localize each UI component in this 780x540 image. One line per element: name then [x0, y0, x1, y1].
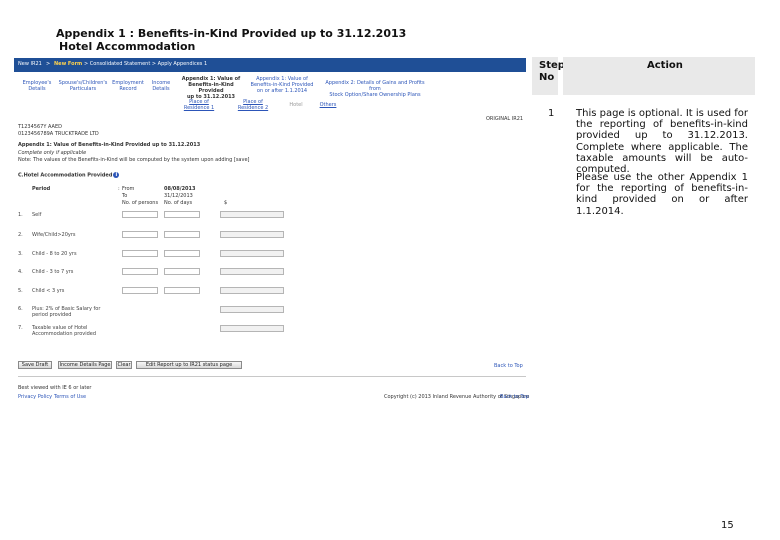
row-5-label: Child < 3 yrs	[32, 288, 65, 294]
footer-divider	[18, 376, 526, 377]
section-title: Appendix 1: Value of Benefits-in-Kind Pr…	[18, 142, 201, 148]
action-header-cell: Action	[563, 57, 755, 95]
row-2-amount-field	[220, 231, 284, 238]
col-amount-header: $	[224, 200, 228, 206]
clear-button[interactable]: Clear	[116, 361, 132, 369]
row-7-label: Taxable value of Hotel Accommodation pro…	[32, 325, 97, 337]
row-6-amount-field	[220, 306, 284, 313]
row-5-persons-input[interactable]	[122, 287, 158, 294]
hotel-heading: C.Hotel Accommodation Provided i	[18, 172, 120, 179]
row-3-amount-field	[220, 250, 284, 257]
back-to-top-link[interactable]: Back to Top	[494, 363, 523, 369]
form-screenshot: New IR21 > New Form > Consolidated State…	[14, 58, 532, 410]
row-5-no: 5.	[18, 288, 23, 294]
row-5-amount-field	[220, 287, 284, 294]
row-3-label: Child - 8 to 20 yrs	[32, 251, 77, 257]
row-3-persons-input[interactable]	[122, 250, 158, 257]
breadcrumb-trail: > Consolidated Statement > Apply Appendi…	[84, 61, 208, 67]
row-2-no: 2.	[18, 232, 23, 238]
system-note: Note: The values of the Benefits-in-Kind…	[18, 157, 250, 163]
row-2-days-input[interactable]	[164, 231, 200, 238]
to-date-value: 31/12/2013	[164, 193, 193, 199]
row-5-days-input[interactable]	[164, 287, 200, 294]
breadcrumb-home[interactable]: New IR21	[18, 61, 42, 68]
document-subtitle: Hotel Accommodation	[59, 40, 196, 53]
footer-note: Best viewed with IE 6 or later	[18, 385, 92, 391]
sub-tab-residence-1[interactable]: Place of Residence 1	[174, 99, 224, 111]
row-2-persons-input[interactable]	[122, 231, 158, 238]
nav-tab-appendix2[interactable]: Appendix 2: Details of Gains and Profits…	[319, 80, 431, 98]
sub-tab-hotel: Hotel	[289, 102, 303, 108]
info-icon[interactable]: i	[113, 172, 120, 178]
row-4-no: 4.	[18, 269, 23, 275]
row-1-label: Self	[32, 212, 42, 218]
row-3-days-input[interactable]	[164, 250, 200, 257]
col-days-header: No. of days	[164, 200, 193, 206]
nav-tab-appendix1-2013[interactable]: Appendix 1: Value of Benefits-in-Kind Pr…	[176, 76, 246, 100]
row-6-label: Plus: 2% of Basic Salary for period prov…	[32, 306, 101, 318]
nav-tab-income-details[interactable]: Income Details	[147, 80, 175, 92]
back-to-top-link-2[interactable]: Back to Top	[500, 394, 529, 400]
breadcrumb-current: New Form	[54, 61, 83, 67]
nav-tab-employee-details[interactable]: Employee's Details	[18, 80, 56, 92]
income-details-page-button[interactable]: Income Details Page	[58, 361, 112, 369]
employee-id-line: T1234567Y AAED	[18, 124, 62, 130]
sub-tab-residence-2[interactable]: Place of Residence 2	[228, 99, 278, 111]
nav-tab-employment-record[interactable]: Employment Record	[111, 80, 145, 92]
row-3-no: 3.	[18, 251, 23, 257]
row-1-days-input[interactable]	[164, 211, 200, 218]
row-7-amount-field	[220, 325, 284, 332]
row-7-no: 7.	[18, 325, 23, 331]
action-header: Action	[647, 60, 683, 71]
row-4-label: Child - 3 to 7 yrs	[32, 269, 74, 275]
to-label: To	[122, 193, 128, 199]
terms-of-use-link[interactable]: Terms of Use	[54, 394, 86, 400]
row-2-label: Wife/Child>20yrs	[32, 232, 76, 238]
nav-tab-spouse-children[interactable]: Spouse's/Children's Particulars	[57, 80, 109, 92]
original-ir21-label: ORIGINAL IR21	[486, 116, 524, 122]
step-number: 1	[548, 108, 555, 119]
from-date-value: 08/08/2013	[164, 186, 196, 192]
period-colon: :	[118, 186, 120, 192]
page-number: 15	[721, 520, 734, 531]
hotel-heading-text: C.Hotel Accommodation Provided	[18, 172, 113, 179]
row-4-amount-field	[220, 268, 284, 275]
row-6-no: 6.	[18, 306, 23, 312]
row-1-no: 1.	[18, 212, 23, 218]
nav-tab-appendix1-2014[interactable]: Appendix 1: Value of Benefits-in-Kind Pr…	[247, 76, 317, 94]
action-text-1: This page is optional. It is used for th…	[576, 108, 749, 176]
breadcrumb-sep: >	[46, 61, 51, 67]
step-header-cell: Step No	[532, 57, 565, 95]
document-title: Appendix 1 : Benefits-in-Kind Provided u…	[56, 27, 407, 40]
breadcrumb-bar: New IR21 > New Form > Consolidated State…	[14, 58, 526, 72]
sub-tab-others[interactable]: Others	[314, 102, 342, 108]
from-label: From	[122, 186, 135, 192]
edit-report-button[interactable]: Edit Report up to IR21 status page	[136, 361, 242, 369]
step-header: Step No	[539, 60, 565, 83]
save-draft-button[interactable]: Save Draft	[18, 361, 52, 369]
privacy-policy-link[interactable]: Privacy Policy	[18, 394, 52, 400]
employer-id-line: 0123456789A TRUCKTRADE LTD	[18, 131, 99, 137]
complete-note: Complete only if applicable	[18, 150, 87, 156]
row-1-amount-field	[220, 211, 284, 218]
col-persons-header: No. of persons	[122, 200, 159, 206]
action-text-2: Please use the other Appendix 1 for the …	[576, 172, 748, 217]
row-4-days-input[interactable]	[164, 268, 200, 275]
row-1-persons-input[interactable]	[122, 211, 158, 218]
row-4-persons-input[interactable]	[122, 268, 158, 275]
period-label: Period	[32, 186, 51, 192]
